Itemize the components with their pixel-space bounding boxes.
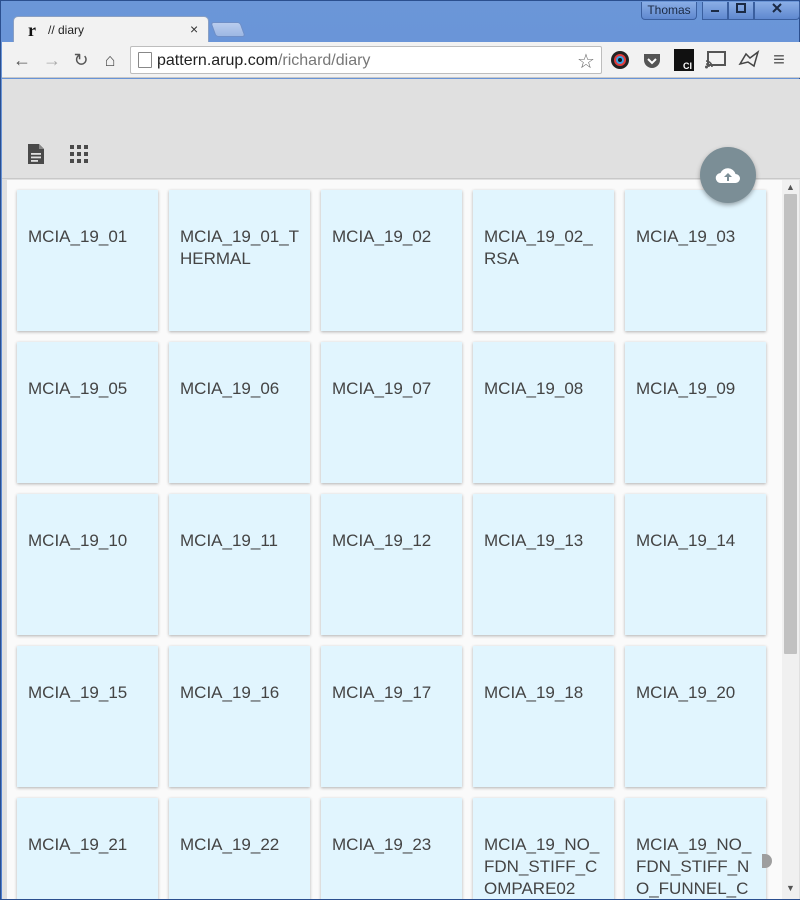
folder-card[interactable]: MCIA_19_16: [169, 646, 310, 787]
pocket-extension-icon[interactable]: [642, 50, 662, 70]
tab-title: // diary: [48, 23, 85, 37]
scroll-down-arrow-icon[interactable]: ▼: [786, 883, 795, 893]
folder-card[interactable]: MCIA_19_13: [473, 494, 614, 635]
color-picker-extension-icon[interactable]: [610, 50, 630, 70]
folder-card[interactable]: MCIA_19_18: [473, 646, 614, 787]
folder-card[interactable]: MCIA_19_06: [169, 342, 310, 483]
folder-card[interactable]: MCIA_19_02: [321, 190, 462, 331]
browser-tab[interactable]: r // diary ×: [13, 16, 209, 43]
forward-icon[interactable]: →: [42, 50, 62, 70]
scroll-up-arrow-icon[interactable]: ▲: [786, 182, 795, 192]
scrollbar[interactable]: ▲ ▼: [782, 180, 799, 899]
address-bar[interactable]: pattern.arup.com/richard/diary ☆: [130, 46, 602, 74]
page-icon: [138, 52, 152, 68]
folder-card[interactable]: MCIA_19_07: [321, 342, 462, 483]
folder-card[interactable]: MCIA_19_05: [17, 342, 158, 483]
folder-card[interactable]: MCIA_19_20: [625, 646, 766, 787]
window-controls: [702, 2, 800, 20]
maximize-icon[interactable]: [728, 2, 754, 20]
folder-card[interactable]: MCIA_19_14: [625, 494, 766, 635]
new-tab-button[interactable]: [210, 22, 246, 37]
back-icon[interactable]: ←: [12, 50, 32, 70]
page-header: [2, 79, 800, 179]
cast-icon[interactable]: [705, 51, 727, 69]
menu-icon[interactable]: ≡: [769, 50, 789, 70]
folder-card[interactable]: MCIA_19_11: [169, 494, 310, 635]
svg-text:CI: CI: [683, 61, 692, 71]
favicon-icon: r: [28, 20, 36, 40]
upload-button[interactable]: [700, 147, 756, 203]
folder-card[interactable]: MCIA_19_08: [473, 342, 614, 483]
folder-card[interactable]: MCIA_19_01: [17, 190, 158, 331]
folder-card[interactable]: MCIA_19_21: [17, 798, 158, 899]
profile-button[interactable]: Thomas: [641, 2, 697, 20]
bookmark-star-icon[interactable]: ☆: [577, 49, 595, 74]
url-text[interactable]: pattern.arup.com/richard/diary: [157, 52, 370, 70]
folder-card[interactable]: MCIA_19_NO_FDN_STIFF_NO_FUNNEL_CO: [625, 798, 766, 899]
browser-toolbar: ← → ↻ ⌂ pattern.arup.com/richard/diary ☆…: [2, 42, 800, 78]
folder-grid: MCIA_19_01 MCIA_19_01_THERMAL MCIA_19_02 MC…: [17, 190, 766, 899]
folder-card[interactable]: MCIA_19_17: [321, 646, 462, 787]
folder-card[interactable]: MCIA_19_22: [169, 798, 310, 899]
tab-close-icon[interactable]: ×: [190, 21, 198, 37]
close-icon[interactable]: [754, 2, 800, 20]
browser-window: Thomas r // diary × ← → ↻ ⌂ pattern.arup…: [0, 0, 800, 900]
document-icon[interactable]: [26, 143, 46, 165]
ci-extension-icon[interactable]: CI: [674, 49, 694, 71]
title-bar: Thomas r // diary ×: [1, 1, 800, 43]
home-icon[interactable]: ⌂: [100, 50, 120, 70]
folder-card[interactable]: MCIA_19_15: [17, 646, 158, 787]
scrollbar-thumb[interactable]: [784, 194, 797, 654]
folder-card[interactable]: MCIA_19_12: [321, 494, 462, 635]
folder-card[interactable]: MCIA_19_01_THERMAL: [169, 190, 310, 331]
url-host: pattern.arup.com: [157, 52, 278, 69]
folder-card[interactable]: MCIA_19_23: [321, 798, 462, 899]
page-viewport: MCIA_19_01 MCIA_19_01_THERMAL MCIA_19_02 MC…: [2, 79, 800, 899]
folder-card[interactable]: MCIA_19_09: [625, 342, 766, 483]
url-path: /richard/diary: [277, 52, 371, 69]
folder-card[interactable]: MCIA_19_03: [625, 190, 766, 331]
grid-icon[interactable]: [70, 145, 88, 163]
minimize-icon[interactable]: [702, 2, 728, 20]
folder-card[interactable]: MCIA_19_NO_FDN_STIFF_COMPARE02: [473, 798, 614, 899]
extension-icon[interactable]: [738, 50, 760, 70]
folder-card[interactable]: MCIA_19_10: [17, 494, 158, 635]
cloud-upload-icon: [715, 168, 740, 184]
reload-icon[interactable]: ↻: [71, 50, 91, 70]
folder-card[interactable]: MCIA_19_02_RSA: [473, 190, 614, 331]
folder-grid-area: MCIA_19_01 MCIA_19_01_THERMAL MCIA_19_02 MC…: [7, 180, 782, 899]
